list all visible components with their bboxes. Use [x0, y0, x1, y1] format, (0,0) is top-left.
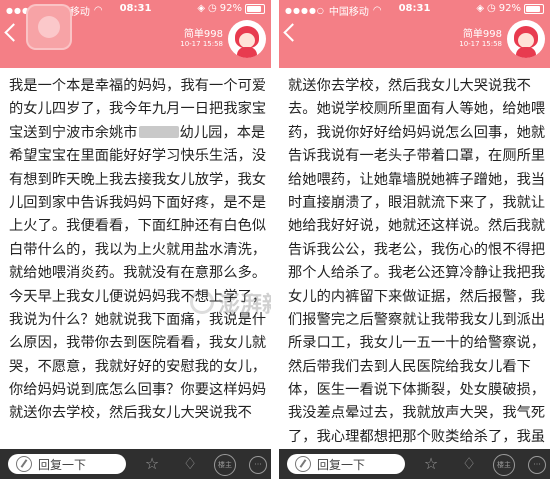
panel-gap — [271, 0, 279, 479]
avatar-face — [518, 33, 534, 48]
redacted-block — [138, 125, 179, 138]
star-icon[interactable]: ☆ — [143, 455, 161, 473]
avatar[interactable] — [228, 20, 266, 58]
post-content: 我是一个本是幸福的妈妈，我有一个可爱 的女儿四岁了，我今年九月一日把我家宝 宝送… — [0, 69, 271, 449]
text-line: 给她喂药，让她靠墙脱她裤子蹭她，我当 — [288, 171, 545, 188]
text-line: 了，我心理都想把那个败类给杀了，我虽 — [288, 428, 545, 445]
pen-icon — [16, 456, 32, 472]
text-fragment: 幼儿园，本是 — [179, 124, 266, 141]
battery-label: 92% — [498, 3, 521, 14]
username: 简单998 — [183, 29, 223, 40]
text-line: 所录口工，我女儿一五一十的给警察说， — [288, 335, 545, 352]
text-line: 们报警完之后警察就让我带我女儿到派出 — [288, 311, 545, 328]
battery-icon — [524, 3, 544, 14]
right-phone-screen: ●●●●○ 中国移动 ◠ 08:31 ◈ ◷ 92% 简单998 10-17 1… — [279, 0, 550, 479]
pen-icon — [295, 456, 311, 472]
text-line: 告诉我说有一老头子带着口罩，在厕所里面 — [288, 148, 545, 165]
post-text: 我是一个本是幸福的妈妈，我有一个可爱 的女儿四岁了，我今年九月一日把我家宝 宝送… — [9, 75, 266, 426]
text-line: 今天早上我女儿便说妈妈我不想上学了， — [9, 288, 266, 305]
text-line: 我是一个本是幸福的妈妈，我有一个可爱 — [9, 78, 266, 94]
bottom-toolbar: 回复一下 ☆ ♢ 楼主 ··· — [0, 449, 271, 479]
text-line: 女儿的内裤留下来做证据，然后报警，我 — [288, 288, 545, 305]
text-line: 就送你去学校，然后我女儿大哭说我不 — [288, 78, 531, 94]
text-fragment: 宝送到宁波市余姚市 — [9, 124, 138, 141]
text-line: 我说为什么？她就说我下面痛，我说是什 — [9, 311, 266, 328]
text-line: 儿回到家中告诉我妈妈下面好疼，是不是 — [9, 194, 266, 211]
text-line: 去。她说学校厕所里面有人等她，给她喂 — [288, 101, 545, 118]
battery-label: 92% — [219, 3, 242, 14]
top-header: ●●●●○ 中国移动 ◠ 08:31 ◈ ◷ 92% 简单998 10-17 1… — [0, 0, 271, 68]
post-time: 10-17 15:58 — [180, 40, 223, 48]
text-line: 那个人给杀了。我老公还算冷静让我把我 — [288, 265, 545, 282]
username: 简单998 — [462, 29, 502, 40]
post-text: 就送你去学校，然后我女儿大哭说我不 去。她说学校厕所里面有人等她，给她喂 药，我… — [288, 75, 545, 449]
top-header: ●●●●○ 中国移动 ◠ 08:31 ◈ ◷ 92% 简单998 10-17 1… — [279, 0, 550, 68]
status-right: ◈ ◷ 92% — [197, 3, 265, 14]
avatar-body — [237, 47, 257, 58]
text-line: 体，医生一看说下体撕裂，处女膜破损， — [288, 382, 545, 399]
reply-input[interactable]: 回复一下 — [287, 454, 405, 474]
battery-icon — [245, 3, 265, 14]
reply-placeholder: 回复一下 — [317, 457, 366, 472]
post-content: 就送你去学校，然后我女儿大哭说我不 去。她说学校厕所里面有人等她，给她喂 药，我… — [279, 69, 550, 449]
lightbulb-icon[interactable]: ♢ — [181, 455, 199, 473]
reply-input[interactable]: 回复一下 — [8, 454, 126, 474]
text-line: 哭，不愿意，我就好好的安慰我的女儿， — [9, 358, 266, 375]
avatar-body — [516, 47, 536, 58]
text-line: 有想到昨天晚上我去接我女儿放学，我女 — [9, 171, 266, 188]
location-icon: ◈ — [476, 3, 485, 14]
chevron-left-icon[interactable] — [283, 23, 302, 42]
post-time: 10-17 15:58 — [459, 40, 502, 48]
owner-only-icon[interactable]: 楼主 — [214, 454, 236, 476]
owner-only-icon[interactable]: 楼主 — [493, 454, 515, 476]
avatar[interactable] — [507, 20, 545, 58]
floating-app-icon[interactable] — [26, 4, 72, 50]
lightbulb-icon[interactable]: ♢ — [460, 455, 478, 473]
status-right: ◈ ◷ 92% — [476, 3, 544, 14]
status-bar: ●●●●○ 中国移动 ◠ 08:31 ◈ ◷ 92% — [279, 0, 550, 18]
text-line: 你给妈妈说到底怎么回事？你要这样妈妈 — [9, 382, 266, 399]
text-line: 上火了。我便看看，下面红肿还有白色似 — [9, 218, 266, 235]
text-line: 时直接崩溃了，眼泪就流下来了，我就让 — [288, 194, 545, 211]
text-line: 宝送到宁波市余姚市 幼儿园，本是 — [9, 122, 266, 145]
text-line: 就给她喂消炎药。我就没有在意那么多。 — [9, 265, 266, 282]
location-icon: ◈ — [197, 3, 206, 14]
text-line: 白带什么的，我以为上火就用盐水清洗， — [9, 241, 266, 258]
reply-placeholder: 回复一下 — [38, 457, 87, 472]
alarm-icon: ◷ — [487, 3, 496, 14]
text-line: 希望宝宝在里面能好好学习快乐生活，没 — [9, 148, 266, 165]
more-icon[interactable]: ··· — [528, 456, 546, 474]
star-icon[interactable]: ☆ — [422, 455, 440, 473]
bottom-toolbar: 回复一下 ☆ ♢ 楼主 ··· — [279, 449, 550, 479]
text-line: 然后带我们去到人民医院给我女儿看下 — [288, 358, 531, 375]
text-line: 药，我说你好好给妈妈说怎么回事，她就 — [288, 124, 545, 141]
text-line: 她给我好好说，她就还这样说。然后我就 — [288, 218, 545, 235]
avatar-face — [239, 33, 255, 48]
screenshot-root: ●●●●○ 中国移动 ◠ 08:31 ◈ ◷ 92% 简单998 10-17 1… — [0, 0, 550, 479]
text-line: 的女儿四岁了，我今年九月一日把我家宝 — [9, 101, 266, 118]
more-icon[interactable]: ··· — [249, 456, 267, 474]
text-line: 我没差点晕过去，我就放声大哭，我气死 — [288, 405, 545, 422]
text-line: 告诉我公公，我老公，我伤心的恨不得把 — [288, 241, 545, 258]
text-line: 就送你去学校，然后我女儿大哭说我不 — [9, 405, 252, 422]
left-phone-screen: ●●●●○ 中国移动 ◠ 08:31 ◈ ◷ 92% 简单998 10-17 1… — [0, 0, 271, 479]
chevron-left-icon[interactable] — [4, 23, 23, 42]
alarm-icon: ◷ — [208, 3, 217, 14]
text-line: 么原因，我带你去到医院看看，我女儿就 — [9, 335, 266, 352]
